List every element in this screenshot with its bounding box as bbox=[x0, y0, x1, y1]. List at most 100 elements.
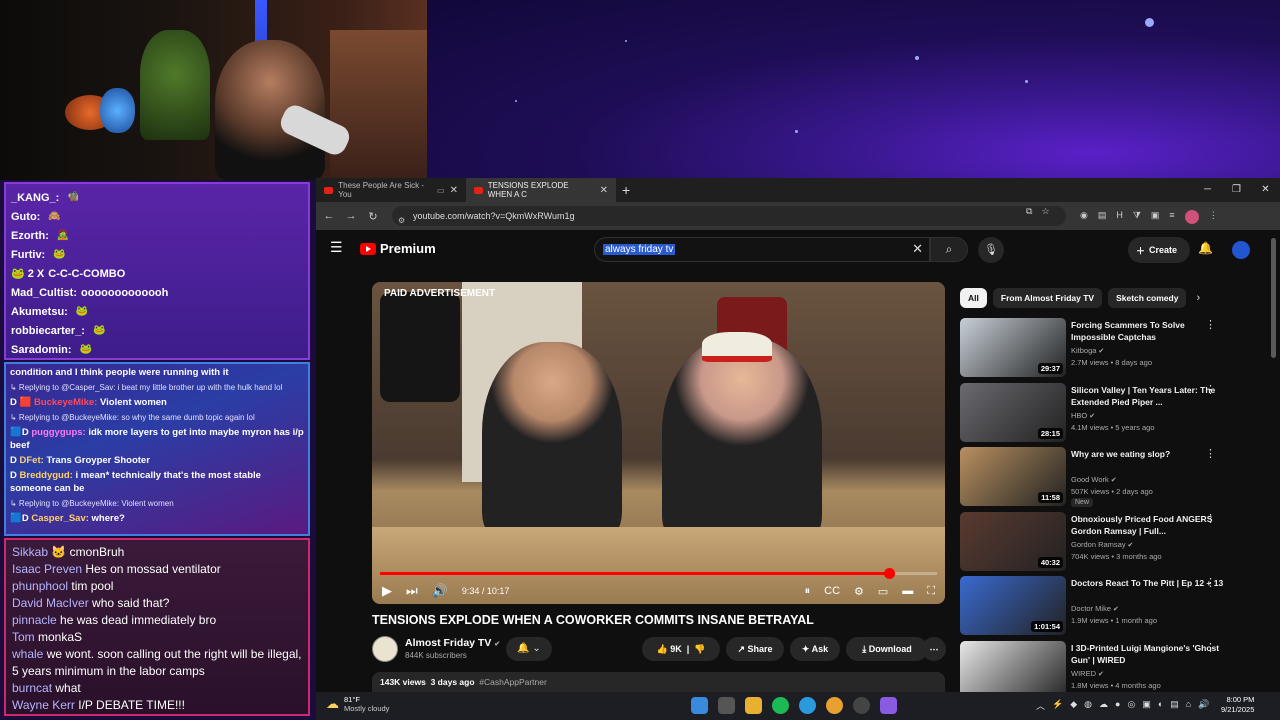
video-player[interactable]: PAID ADVERTISEMENT ▶ ⏭ 🔊 9:34 / 10:17 ⏸ … bbox=[372, 282, 945, 604]
next-icon[interactable]: ⏭ bbox=[406, 583, 418, 599]
chevron-right-icon[interactable]: › bbox=[1196, 292, 1200, 304]
chip-sketch-comedy[interactable]: Sketch comedy bbox=[1108, 288, 1187, 308]
more-options-icon[interactable]: ⋮ bbox=[1205, 576, 1216, 589]
new-tab-button[interactable]: + bbox=[622, 182, 630, 198]
subscribed-bell-button[interactable]: 🔔 ⌄ bbox=[506, 637, 552, 661]
play-icon[interactable]: ▶ bbox=[382, 583, 392, 599]
create-button[interactable]: ＋ Create bbox=[1128, 237, 1190, 263]
ask-button[interactable]: ✦ Ask bbox=[790, 637, 840, 661]
more-options-icon[interactable]: ⋮ bbox=[1205, 447, 1216, 460]
video-thumbnail[interactable]: 28:15 bbox=[960, 383, 1066, 442]
clear-search-icon[interactable]: ✕ bbox=[912, 241, 923, 257]
download-button[interactable]: ⤓ Download bbox=[846, 637, 928, 661]
fullscreen-icon[interactable]: ⛶ bbox=[927, 585, 935, 598]
search-button[interactable]: ⌕ bbox=[930, 237, 968, 262]
progress-bar[interactable] bbox=[380, 568, 937, 579]
bookmark-star-icon[interactable]: ☆ bbox=[1041, 206, 1049, 217]
close-tab-icon[interactable]: ✕ bbox=[450, 185, 458, 196]
extension-icon[interactable]: ◉ bbox=[1080, 210, 1088, 224]
recommended-channel[interactable]: Kitboga ✔ bbox=[1071, 346, 1104, 355]
volume-tray-icon[interactable]: 🔊 bbox=[1198, 699, 1209, 712]
tray-icon[interactable]: ◍ bbox=[1084, 699, 1092, 712]
recommended-video[interactable]: 28:15 Silicon Valley | Ten Years Later: T… bbox=[960, 383, 1250, 443]
tray-icon[interactable]: ⚡ bbox=[1052, 699, 1063, 712]
more-actions-button[interactable]: ⋯ bbox=[922, 637, 946, 661]
tray-icon[interactable]: ◐ bbox=[1158, 699, 1163, 712]
restore-button[interactable]: ❐ bbox=[1222, 178, 1251, 202]
address-bar[interactable]: ⚙ youtube.com/watch?v=QkmWxRWum1g bbox=[392, 206, 1066, 226]
profile-avatar[interactable] bbox=[1184, 210, 1199, 224]
tab-active[interactable]: TENSIONS EXPLODE WHEN A C ✕ bbox=[466, 178, 616, 202]
start-icon[interactable] bbox=[691, 697, 708, 714]
chrome-icon[interactable] bbox=[826, 697, 843, 714]
spotify-icon[interactable] bbox=[772, 697, 789, 714]
settings-gear-icon[interactable]: ⚙ bbox=[854, 585, 864, 598]
recommended-channel[interactable]: Good Work ✔ bbox=[1071, 475, 1117, 484]
hamburger-menu-icon[interactable]: ☰ bbox=[330, 239, 343, 256]
recommended-video[interactable]: 1:01:54 Doctors React To The Pitt | Ep 12… bbox=[960, 576, 1250, 636]
media-icon[interactable]: ≡ bbox=[1169, 210, 1174, 224]
description-box[interactable]: 143K views 3 days ago #CashAppPartner bbox=[372, 672, 945, 694]
recommended-video[interactable]: 29:37 Forcing Scammers To Solve Impossibl… bbox=[960, 318, 1250, 378]
recommended-channel[interactable]: HBO ✔ bbox=[1071, 411, 1095, 420]
video-thumbnail[interactable]: 40:32 bbox=[960, 512, 1066, 571]
tray-icon[interactable]: ☁ bbox=[1099, 699, 1108, 712]
chevron-up-icon[interactable]: ︿ bbox=[1036, 699, 1045, 712]
extensions-puzzle-icon[interactable]: ⧩ bbox=[1133, 210, 1141, 224]
back-button[interactable]: ← bbox=[318, 210, 340, 222]
recommended-channel[interactable]: WIRED ✔ bbox=[1071, 669, 1104, 678]
forward-button[interactable]: → bbox=[340, 210, 362, 222]
network-icon[interactable]: ⌂ bbox=[1186, 699, 1191, 712]
chip-from-almost-friday-tv[interactable]: From Almost Friday TV bbox=[992, 288, 1103, 308]
close-window-button[interactable]: ✕ bbox=[1251, 178, 1280, 202]
tray-icon[interactable]: ◆ bbox=[1070, 699, 1077, 712]
install-icon[interactable]: ⧉ bbox=[1026, 206, 1032, 217]
reload-button[interactable]: ↻ bbox=[362, 210, 384, 223]
weather-widget[interactable]: ☁ 81°F Mostly cloudy bbox=[326, 695, 389, 713]
tray-icon[interactable]: ◎ bbox=[1127, 699, 1135, 712]
video-thumbnail[interactable]: 29:37 bbox=[960, 318, 1066, 377]
miniplayer-icon[interactable]: ▭ bbox=[878, 585, 888, 598]
autoplay-toggle-icon[interactable]: ⏸ bbox=[805, 585, 811, 598]
captions-icon[interactable]: CC bbox=[824, 585, 840, 598]
extension-icon[interactable]: H bbox=[1116, 210, 1123, 224]
volume-icon[interactable]: 🔊 bbox=[432, 583, 448, 599]
more-options-icon[interactable]: ⋮ bbox=[1205, 641, 1216, 654]
app-icon[interactable] bbox=[880, 697, 897, 714]
edge-icon[interactable] bbox=[799, 697, 816, 714]
recommended-channel[interactable]: Doctor Mike ✔ bbox=[1071, 604, 1119, 613]
minimize-button[interactable]: ─ bbox=[1193, 178, 1222, 202]
tray-icon[interactable]: ▣ bbox=[1142, 699, 1151, 712]
share-button[interactable]: ↗ Share bbox=[726, 637, 784, 661]
hashtag-link[interactable]: #CashAppPartner bbox=[479, 677, 547, 687]
voice-search-icon[interactable]: 🎙 bbox=[978, 237, 1004, 263]
close-tab-icon[interactable]: ✕ bbox=[600, 185, 608, 196]
theater-mode-icon[interactable]: ▬ bbox=[902, 585, 913, 598]
like-dislike-button[interactable]: 👍 9K | 👎 bbox=[642, 637, 720, 661]
clock[interactable]: 8:00 PM 9/21/2025 bbox=[1221, 695, 1254, 715]
tray-icon[interactable]: ▤ bbox=[1170, 699, 1179, 712]
recommended-video[interactable]: 40:32 Obnoxiously Priced Food ANGERS Gord… bbox=[960, 512, 1250, 572]
scrollbar[interactable] bbox=[1271, 238, 1276, 358]
menu-kebab-icon[interactable]: ⋮ bbox=[1209, 210, 1218, 224]
task-view-icon[interactable] bbox=[718, 697, 735, 714]
account-avatar[interactable] bbox=[1232, 241, 1250, 259]
site-info-icon[interactable]: ⚙ bbox=[398, 211, 405, 231]
app-icon[interactable] bbox=[853, 697, 870, 714]
more-options-icon[interactable]: ⋮ bbox=[1205, 512, 1216, 525]
search-input[interactable]: always friday tv ✕ bbox=[594, 237, 930, 262]
video-thumbnail[interactable]: 11:58 bbox=[960, 447, 1066, 506]
tab-inactive[interactable]: These People Are Sick - You ▭ ✕ bbox=[316, 178, 466, 202]
notifications-bell-icon[interactable]: 🔔 bbox=[1198, 241, 1213, 255]
youtube-logo[interactable]: Premium bbox=[360, 241, 436, 256]
channel-name[interactable]: Almost Friday TV ✔ bbox=[405, 637, 500, 649]
tray-icon[interactable]: ● bbox=[1115, 699, 1120, 712]
extension-icon[interactable]: ▤ bbox=[1098, 210, 1107, 224]
chip-all[interactable]: All bbox=[960, 288, 987, 308]
file-explorer-icon[interactable] bbox=[745, 697, 762, 714]
recommended-video[interactable]: 11:58 Why are we eating slop? Good Work ✔ 5… bbox=[960, 447, 1250, 507]
more-options-icon[interactable]: ⋮ bbox=[1205, 383, 1216, 396]
channel-avatar[interactable] bbox=[372, 636, 398, 662]
more-options-icon[interactable]: ⋮ bbox=[1205, 318, 1216, 331]
video-thumbnail[interactable]: 1:01:54 bbox=[960, 576, 1066, 635]
